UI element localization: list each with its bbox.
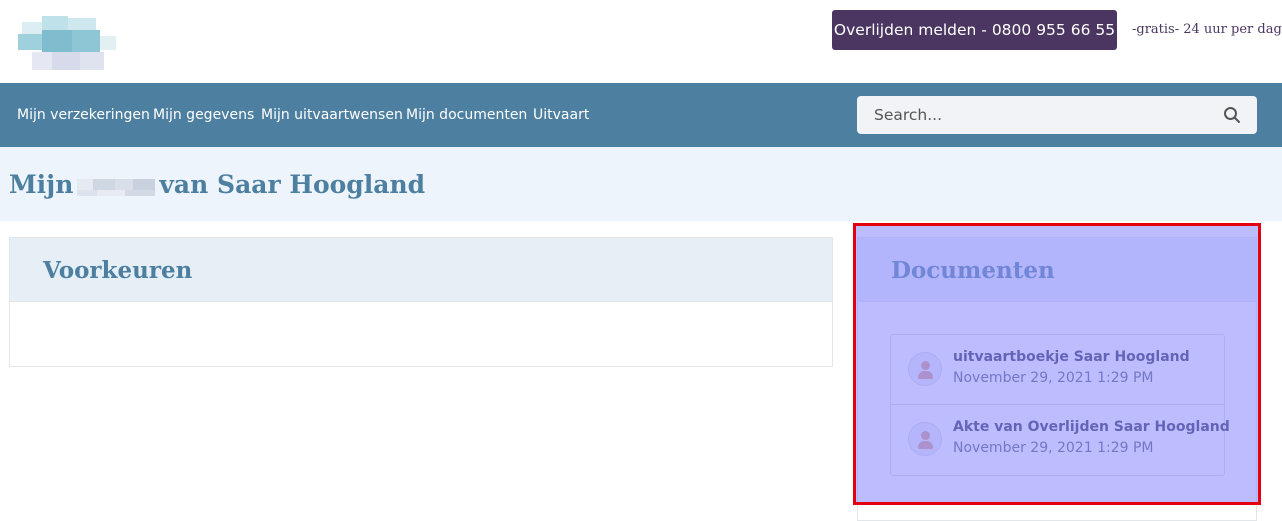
document-name[interactable]: Akte van Overlijden Saar Hoogland xyxy=(953,419,1230,435)
document-item[interactable]: Akte van Overlijden Saar Hoogland Novemb… xyxy=(891,405,1230,475)
preferences-card-header: Voorkeuren xyxy=(10,238,832,302)
documents-title: Documenten xyxy=(891,257,1055,284)
user-avatar-icon xyxy=(908,352,942,386)
document-name[interactable]: uitvaartboekje Saar Hoogland xyxy=(953,349,1190,365)
nav-item-mijn-verzekeringen[interactable]: Mijn verzekeringen xyxy=(17,83,150,147)
search-input[interactable] xyxy=(857,96,1217,134)
cta-note: -gratis- 24 uur per dag xyxy=(1132,22,1282,37)
top-bar: Overlijden melden - 0800 955 66 55 -grat… xyxy=(0,0,1282,83)
user-avatar-icon xyxy=(908,422,942,456)
redacted-text xyxy=(75,174,157,196)
page-title: Mijn van Saar Hoogland xyxy=(9,170,425,199)
nav-item-uitvaart[interactable]: Uitvaart xyxy=(533,83,589,147)
main-nav: Mijn verzekeringen Mijn gegevens Mijn ui… xyxy=(0,83,1282,147)
preferences-title: Voorkeuren xyxy=(43,257,193,284)
report-death-button[interactable]: Overlijden melden - 0800 955 66 55 xyxy=(832,10,1117,50)
logo[interactable] xyxy=(18,16,118,72)
search-icon[interactable] xyxy=(1223,106,1241,124)
preferences-card: Voorkeuren xyxy=(9,237,833,367)
nav-item-mijn-gegevens[interactable]: Mijn gegevens xyxy=(153,83,254,147)
documents-list: uitvaartboekje Saar Hoogland November 29… xyxy=(890,334,1230,476)
nav-item-mijn-uitvaartwensen[interactable]: Mijn uitvaartwensen xyxy=(261,83,403,147)
search-box xyxy=(857,96,1257,134)
page-title-suffix: van Saar Hoogland xyxy=(159,170,426,199)
nav-item-mijn-documenten[interactable]: Mijn documenten xyxy=(406,83,527,147)
document-date: November 29, 2021 1:29 PM xyxy=(953,370,1154,386)
document-date: November 29, 2021 1:29 PM xyxy=(953,440,1154,456)
documents-card: Documenten uitvaartboekje Saar Hoogland … xyxy=(857,237,1257,521)
page-title-prefix: Mijn xyxy=(9,170,74,199)
documents-card-header: Documenten xyxy=(858,238,1256,302)
document-item[interactable]: uitvaartboekje Saar Hoogland November 29… xyxy=(891,335,1224,405)
page-header: Mijn van Saar Hoogland xyxy=(0,147,1282,221)
